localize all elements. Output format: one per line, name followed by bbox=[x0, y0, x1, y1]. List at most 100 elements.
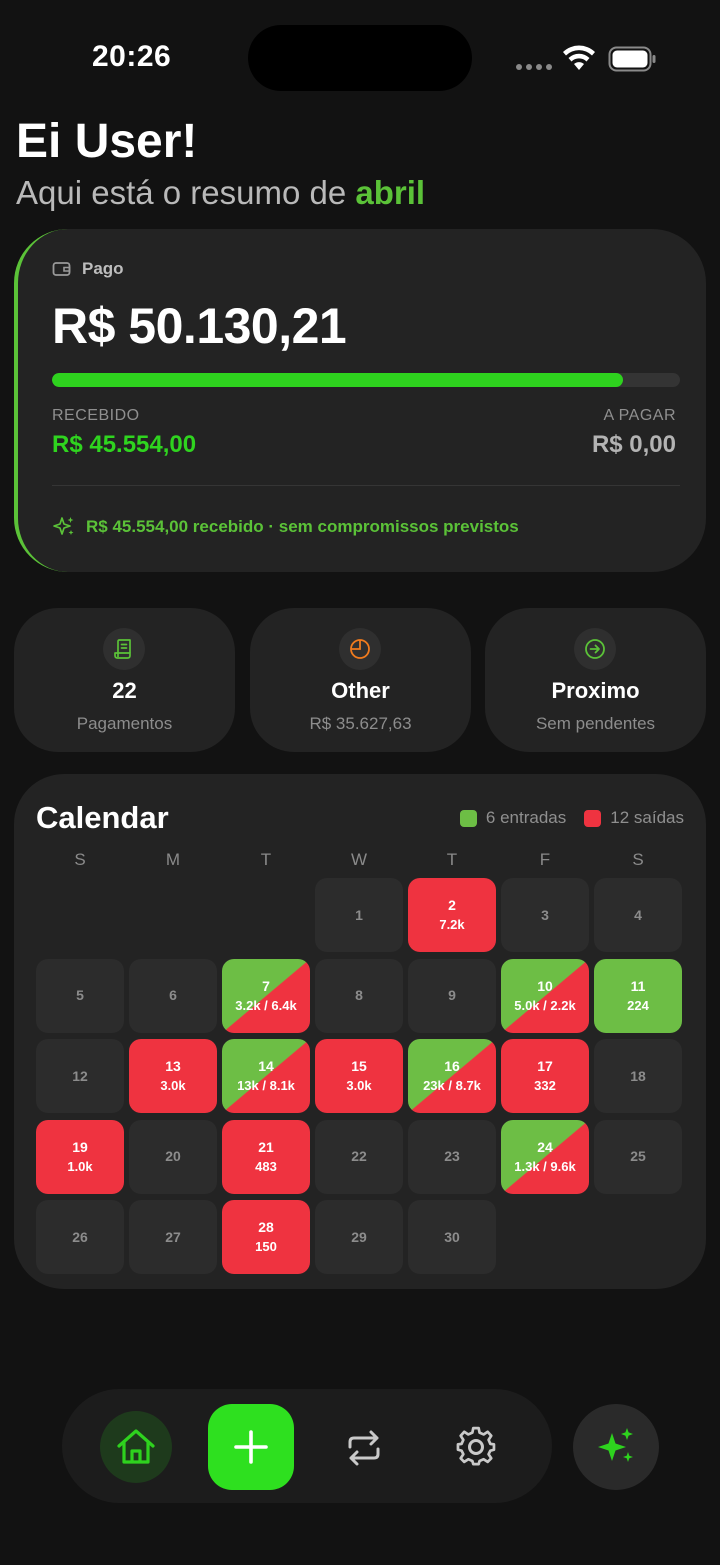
stat-card-payments[interactable]: 22 Pagamentos bbox=[14, 608, 235, 752]
calendar-day[interactable]: 30 bbox=[408, 1200, 496, 1274]
calendar-day[interactable]: 10 5.0k / 2.2k bbox=[501, 958, 589, 1033]
calendar-day-number: 25 bbox=[630, 1148, 646, 1164]
weekday-label: W bbox=[350, 850, 368, 869]
calendar-day[interactable]: 9 bbox=[408, 958, 496, 1033]
battery-icon bbox=[608, 46, 656, 72]
calendar-day[interactable]: 8 bbox=[315, 958, 403, 1033]
calendar-day[interactable]: 15 3.0k bbox=[315, 1039, 403, 1113]
legend-income-swatch bbox=[459, 809, 477, 827]
calendar-day[interactable]: 7 3.2k / 6.4k bbox=[222, 958, 310, 1033]
ai-assistant-button[interactable] bbox=[573, 1404, 659, 1490]
payment-progress-fill bbox=[52, 373, 624, 387]
weekday-label: S bbox=[74, 850, 86, 869]
home-icon bbox=[117, 1429, 155, 1464]
calendar-day[interactable]: 13 3.0k bbox=[129, 1039, 217, 1113]
calendar-day-number: 26 bbox=[72, 1228, 88, 1245]
calendar-day-number: 7 bbox=[262, 977, 270, 994]
calendar-day-amount: 1.3k / 9.6k bbox=[514, 1158, 576, 1174]
calendar-day-amount: 3.0k bbox=[160, 1078, 186, 1093]
payments-label: Pagamentos bbox=[76, 714, 173, 733]
calendar-day-number: 1 bbox=[355, 906, 363, 923]
received-label: RECEBIDO bbox=[52, 407, 140, 424]
weekday-label: T bbox=[446, 850, 458, 869]
calendar-day[interactable]: 18 bbox=[594, 1039, 682, 1113]
stat-card-next[interactable]: Proximo Sem pendentes bbox=[485, 608, 706, 752]
gear-icon[interactable] bbox=[454, 1425, 498, 1469]
status-time: 20:26 bbox=[92, 40, 172, 73]
calendar-day[interactable]: 23 bbox=[408, 1119, 496, 1194]
calendar-day[interactable]: 2 7.2k bbox=[408, 878, 496, 952]
calendar-day[interactable]: 20 bbox=[129, 1119, 217, 1194]
received-value: R$ 45.554,00 bbox=[52, 431, 197, 458]
calendar-day[interactable]: 25 bbox=[594, 1119, 682, 1194]
calendar-day[interactable]: 17 332 bbox=[501, 1039, 589, 1113]
summary-note: R$ 45.554,00 recebido · sem compromissos… bbox=[52, 515, 519, 539]
calendar-day-number: 28 bbox=[258, 1219, 274, 1235]
calendar-day[interactable]: 22 bbox=[315, 1119, 403, 1194]
calendar-day-number: 6 bbox=[169, 987, 177, 1003]
arrow-right-circle-icon bbox=[574, 628, 616, 670]
calendar-day[interactable]: 1 bbox=[315, 878, 403, 952]
calendar-day[interactable]: 19 1.0k bbox=[36, 1119, 124, 1194]
calendar-card: Calendar 6 entradas 12 saídas S M T W T … bbox=[14, 774, 706, 1289]
calendar-day-number: 11 bbox=[630, 977, 646, 994]
calendar-day-number: 9 bbox=[448, 987, 456, 1003]
greeting-subtitle: Aqui está o resumo de abril bbox=[16, 174, 425, 212]
calendar-day-number: 14 bbox=[258, 1058, 274, 1074]
calendar-day-number: 21 bbox=[258, 1138, 274, 1155]
calendar-day-number: 16 bbox=[444, 1058, 460, 1074]
calendar-day-number: 19 bbox=[72, 1138, 88, 1155]
calendar-day[interactable]: 24 1.3k / 9.6k bbox=[501, 1119, 589, 1194]
paid-amount: R$ 50.130,21 bbox=[52, 298, 347, 354]
weekday-label: S bbox=[632, 850, 644, 869]
payment-progress-bar bbox=[52, 373, 680, 387]
calendar-day-amount: 3.2k / 6.4k bbox=[235, 997, 297, 1013]
summary-note-text: R$ 45.554,00 recebido · sem compromissos… bbox=[86, 517, 519, 536]
calendar-day-number: 8 bbox=[355, 987, 363, 1003]
calendar-day[interactable]: 16 23k / 8.7k bbox=[408, 1039, 496, 1113]
calendar-day[interactable]: 6 bbox=[129, 958, 217, 1033]
summary-card[interactable]: Pago R$ 50.130,21 RECEBIDO R$ 45.554,00 … bbox=[14, 229, 706, 572]
calendar-day-number: 10 bbox=[537, 977, 553, 994]
tab-home[interactable] bbox=[100, 1411, 172, 1483]
calendar-day[interactable]: 11 224 bbox=[594, 958, 682, 1033]
sparkles-icon bbox=[53, 517, 74, 535]
calendar-day-number: 12 bbox=[72, 1067, 88, 1084]
calendar-day[interactable]: 5 bbox=[36, 958, 124, 1033]
repeat-icon[interactable] bbox=[342, 1426, 386, 1470]
calendar-day[interactable]: 21 483 bbox=[222, 1119, 310, 1194]
calendar-day-number: 29 bbox=[351, 1228, 367, 1245]
pie-chart-icon bbox=[339, 628, 381, 670]
calendar-day[interactable]: 3 bbox=[501, 878, 589, 952]
weekday-label: M bbox=[165, 850, 181, 869]
receipt-icon bbox=[103, 628, 145, 670]
top-category-amount: R$ 35.627,63 bbox=[309, 714, 412, 733]
calendar-day[interactable]: 28 150 bbox=[222, 1200, 310, 1274]
greeting-month: abril bbox=[355, 174, 426, 211]
calendar-day-amount: 483 bbox=[255, 1158, 277, 1174]
calendar-day-amount: 3.0k bbox=[346, 1078, 372, 1093]
calendar-day[interactable]: 4 bbox=[594, 878, 682, 952]
calendar-day-number: 23 bbox=[444, 1148, 460, 1164]
calendar-day[interactable]: 26 bbox=[36, 1200, 124, 1274]
calendar-day-number: 17 bbox=[537, 1058, 553, 1074]
calendar-day-amount: 23k / 8.7k bbox=[423, 1078, 481, 1093]
calendar-day-number: 3 bbox=[541, 906, 549, 923]
stat-card-category[interactable]: Other R$ 35.627,63 bbox=[250, 608, 471, 752]
calendar-day[interactable]: 27 bbox=[129, 1200, 217, 1274]
calendar-day[interactable]: 12 bbox=[36, 1039, 124, 1113]
calendar-day-number: 30 bbox=[444, 1228, 460, 1245]
tab-bar bbox=[62, 1389, 552, 1503]
calendar-day-number: 4 bbox=[634, 906, 642, 923]
calendar-title: Calendar bbox=[36, 800, 169, 835]
legend-expense-swatch bbox=[584, 809, 602, 827]
calendar-legend: 6 entradas 12 saídas bbox=[459, 808, 684, 828]
calendar-day[interactable]: 14 13k / 8.1k bbox=[222, 1039, 310, 1113]
sparkles-icon bbox=[598, 1428, 633, 1462]
next-payment-status: Sem pendentes bbox=[535, 714, 656, 733]
calendar-day[interactable]: 29 bbox=[315, 1200, 403, 1274]
calendar-day-number: 13 bbox=[165, 1058, 181, 1074]
calendar-day-amount: 7.2k bbox=[439, 917, 465, 932]
calendar-day-number: 22 bbox=[351, 1148, 367, 1164]
add-transaction-button[interactable] bbox=[208, 1404, 294, 1490]
